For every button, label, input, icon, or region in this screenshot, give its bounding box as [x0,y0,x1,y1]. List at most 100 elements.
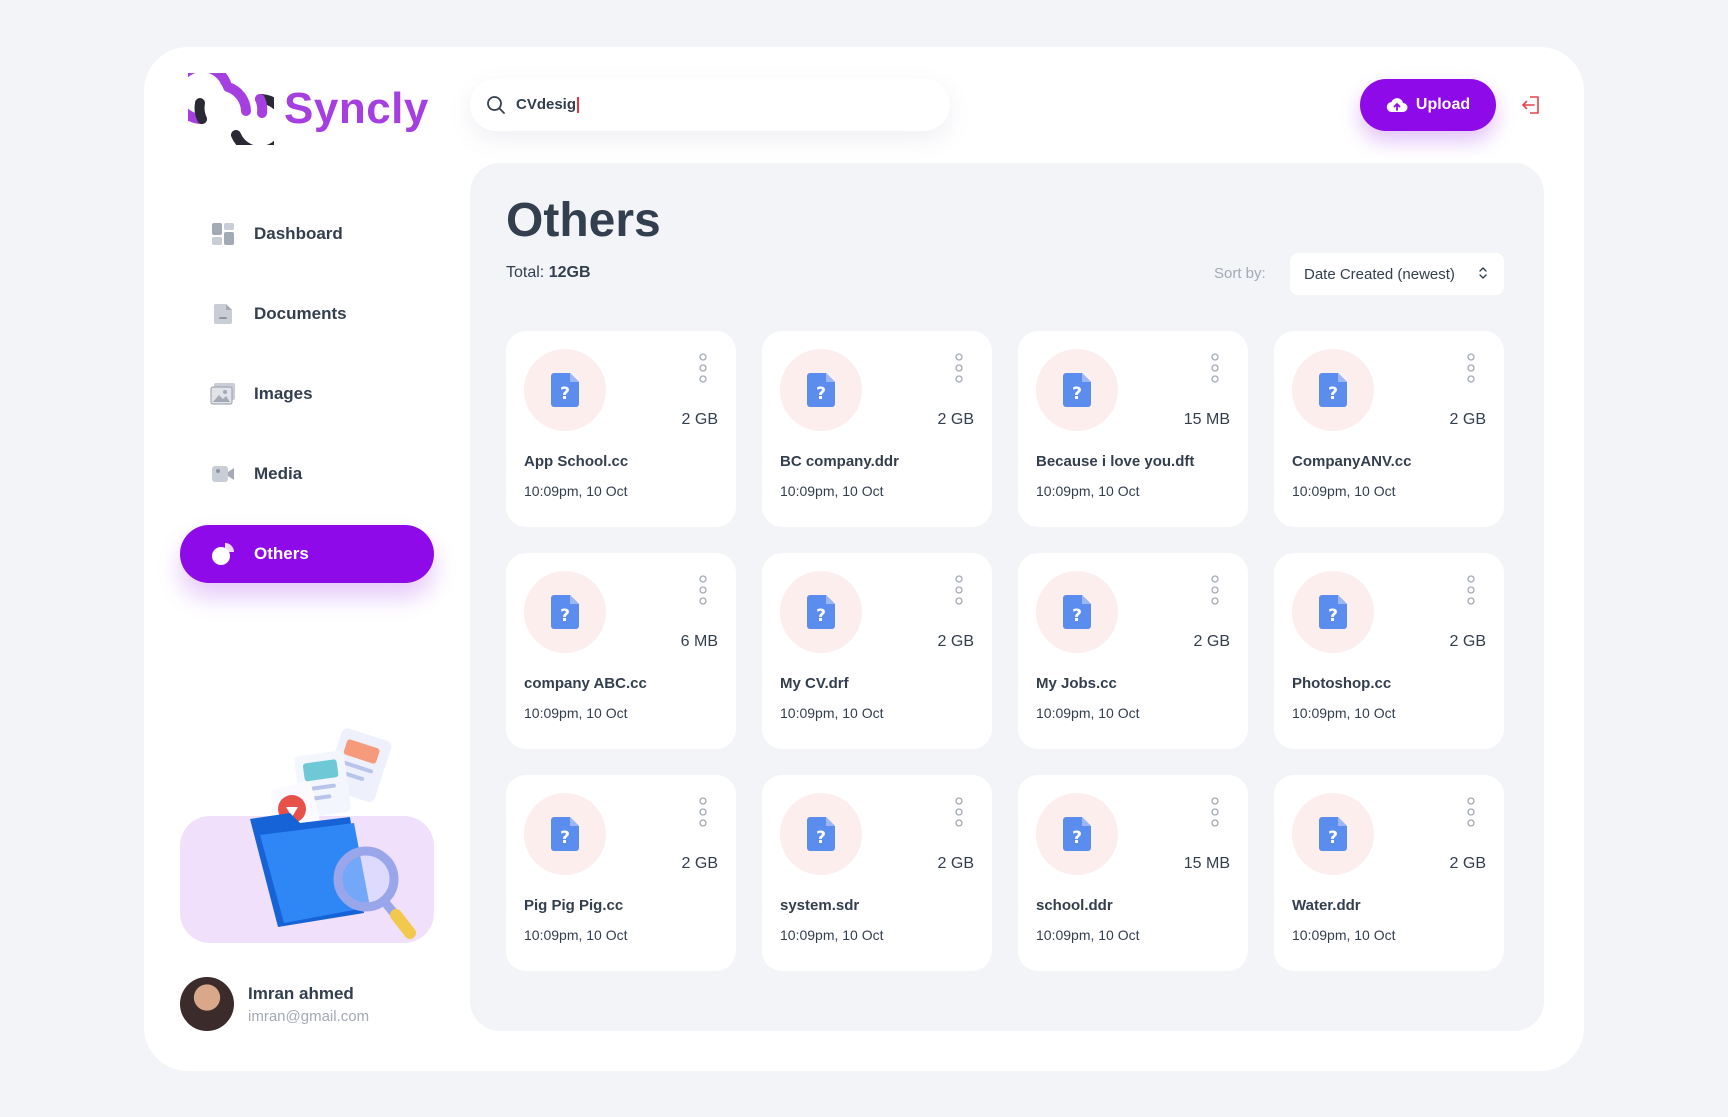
file-card[interactable]: ? 2 GB My CV.drf 10:09pm, 10 Oct [762,553,992,749]
file-size: 15 MB [1183,855,1230,872]
more-options-icon[interactable] [954,797,964,827]
file-name: company ABC.cc [524,675,647,692]
file-card[interactable]: ? 2 GB Water.ddr 10:09pm, 10 Oct [1274,775,1504,971]
file-card[interactable]: ? 2 GB App School.cc 10:09pm, 10 Oct [506,331,736,527]
file-thumbnail: ? [780,793,862,875]
file-thumbnail: ? [780,349,862,431]
media-icon [210,461,236,487]
file-name: My CV.drf [780,675,849,692]
unknown-file-icon: ? [1063,595,1091,629]
file-name: system.sdr [780,897,860,914]
svg-text:?: ? [1072,606,1082,626]
app-window: Syncly CVdesig Upload Dashboard Document… [144,47,1584,1071]
svg-text:?: ? [1328,828,1338,848]
sidebar-item-images[interactable]: Images [180,365,434,423]
file-date: 10:09pm, 10 Oct [780,927,884,943]
file-name: BC company.ddr [780,453,899,470]
svg-text:?: ? [1072,384,1082,404]
file-grid: ? 2 GB App School.cc 10:09pm, 10 Oct ? 2… [506,331,1506,971]
file-name: Photoshop.cc [1292,675,1392,692]
file-date: 10:09pm, 10 Oct [1292,705,1396,721]
file-thumbnail: ? [1292,793,1374,875]
unknown-file-icon: ? [1319,595,1347,629]
file-date: 10:09pm, 10 Oct [524,927,628,943]
file-size: 2 GB [1449,633,1486,650]
more-options-icon[interactable] [1466,575,1476,605]
file-date: 10:09pm, 10 Oct [524,483,628,499]
file-thumbnail: ? [1292,571,1374,653]
user-name: Imran ahmed [248,983,354,1003]
sort-label: Sort by: [1214,265,1266,282]
unknown-file-icon: ? [1319,373,1347,407]
sort-select[interactable]: Date Created (newest) [1290,253,1504,295]
file-card[interactable]: ? 6 MB company ABC.cc 10:09pm, 10 Oct [506,553,736,749]
file-thumbnail: ? [780,571,862,653]
sidebar-item-documents[interactable]: Documents [180,285,434,343]
unknown-file-icon: ? [1063,817,1091,851]
more-options-icon[interactable] [698,353,708,383]
file-size: 2 GB [681,411,718,428]
file-name: My Jobs.cc [1036,675,1117,692]
more-options-icon[interactable] [698,575,708,605]
file-card[interactable]: ? 2 GB system.sdr 10:09pm, 10 Oct [762,775,992,971]
file-thumbnail: ? [524,793,606,875]
search-input[interactable]: CVdesig [516,96,580,114]
unknown-file-icon: ? [1319,817,1347,851]
file-thumbnail: ? [524,571,606,653]
more-options-icon[interactable] [1210,575,1220,605]
sort-value: Date Created (newest) [1304,265,1455,283]
main-panel: Others Total: 12GB Sort by: Date Created… [470,163,1544,1031]
file-card[interactable]: ? 15 MB Because i love you.dft 10:09pm, … [1018,331,1248,527]
file-thumbnail: ? [1036,571,1118,653]
upload-button[interactable]: Upload [1360,79,1496,131]
more-options-icon[interactable] [1210,797,1220,827]
more-options-icon[interactable] [954,575,964,605]
search-value: CVdesig [516,96,577,113]
sidebar-item-media[interactable]: Media [180,445,434,503]
logo[interactable]: Syncly [188,73,429,145]
file-name: App School.cc [524,453,629,470]
sidebar-item-label: Images [254,384,313,403]
file-thumbnail: ? [524,349,606,431]
svg-text:?: ? [816,384,826,404]
logout-icon[interactable] [1520,93,1544,117]
unknown-file-icon: ? [807,817,835,851]
user-email: imran@gmail.com [248,1007,370,1025]
unknown-file-icon: ? [807,595,835,629]
file-size: 15 MB [1183,411,1230,428]
file-card[interactable]: ? 15 MB school.ddr 10:09pm, 10 Oct [1018,775,1248,971]
file-size: 2 GB [1193,633,1230,650]
unknown-file-icon: ? [551,373,579,407]
file-date: 10:09pm, 10 Oct [1036,927,1140,943]
images-icon [210,381,236,407]
total-value: 12GB [548,264,591,281]
more-options-icon[interactable] [698,797,708,827]
file-name: Water.ddr [1292,897,1361,914]
unknown-file-icon: ? [807,373,835,407]
more-options-icon[interactable] [1466,353,1476,383]
sidebar-item-dashboard[interactable]: Dashboard [180,205,434,263]
file-name: Pig Pig Pig.cc [524,897,624,914]
file-card[interactable]: ? 2 GB BC company.ddr 10:09pm, 10 Oct [762,331,992,527]
total-label: Total: [506,264,545,281]
user-profile[interactable]: Imran ahmed imran@gmail.com [180,977,369,1031]
file-date: 10:09pm, 10 Oct [780,483,884,499]
more-options-icon[interactable] [954,353,964,383]
sidebar-item-others[interactable]: Others [180,525,434,583]
text-cursor [577,96,580,113]
file-date: 10:09pm, 10 Oct [1036,483,1140,499]
sidebar-item-label: Documents [254,304,347,323]
file-card[interactable]: ? 2 GB Photoshop.cc 10:09pm, 10 Oct [1274,553,1504,749]
search-bar[interactable]: CVdesig [470,79,950,131]
page-title: Others [506,194,661,247]
folder-search-illustration [250,728,416,939]
more-options-icon[interactable] [1210,353,1220,383]
total-size: Total: 12GB [506,264,591,282]
more-options-icon[interactable] [1466,797,1476,827]
svg-text:?: ? [560,606,570,626]
app-name: Syncly [284,84,429,133]
file-size: 6 MB [680,633,718,650]
file-card[interactable]: ? 2 GB CompanyANV.cc 10:09pm, 10 Oct [1274,331,1504,527]
file-card[interactable]: ? 2 GB Pig Pig Pig.cc 10:09pm, 10 Oct [506,775,736,971]
file-card[interactable]: ? 2 GB My Jobs.cc 10:09pm, 10 Oct [1018,553,1248,749]
